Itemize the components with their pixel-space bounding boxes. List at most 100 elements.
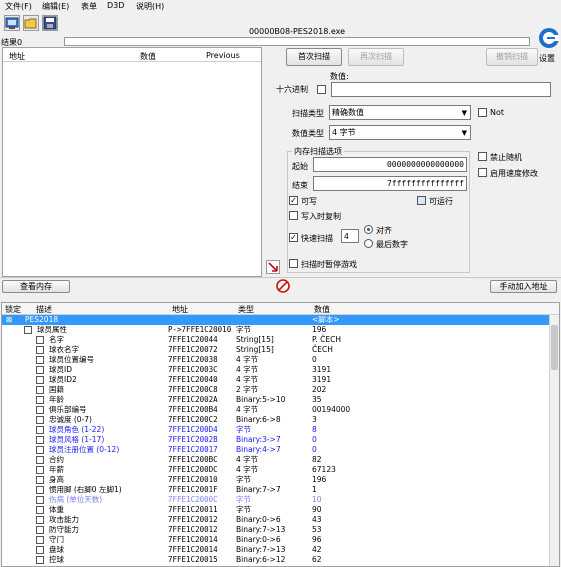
table-row[interactable]: 盘球 7FFE1C20014 Binary:7->13 42 [2, 545, 550, 555]
table-row[interactable]: 伤病 (单位天数) 7FFE1C2000C 字节 10 [2, 495, 550, 505]
stop-icon[interactable] [276, 279, 290, 293]
add-address-manually-button[interactable]: 手动加入地址 [490, 280, 557, 293]
table-row[interactable]: 体重 7FFE1C20011 字节 90 [2, 505, 550, 515]
table-row[interactable]: 球员风格 (1-17) 7FFE1C2002B Binary:3->7 0 [2, 435, 550, 445]
table-row[interactable]: 合约 7FFE1C200BC 4 字节 82 [2, 455, 550, 465]
row-active-checkbox[interactable] [36, 516, 44, 524]
table-row[interactable]: 球员角色 (1-22) 7FFE1C200D4 字节 8 [2, 425, 550, 435]
col-type[interactable]: 类型 [238, 304, 254, 315]
row-active-checkbox[interactable] [36, 366, 44, 374]
results-col-previous[interactable]: Previous [206, 51, 240, 60]
save-icon[interactable] [42, 15, 58, 31]
table-row[interactable]: 守门 7FFE1C20014 Binary:0->6 96 [2, 535, 550, 545]
scrollbar-thumb[interactable] [551, 325, 558, 370]
row-active-checkbox[interactable] [36, 486, 44, 494]
row-active-checkbox[interactable] [36, 436, 44, 444]
open-process-icon[interactable] [4, 15, 20, 31]
table-row[interactable]: 球员位置编号 7FFE1C20038 4 字节 0 [2, 355, 550, 365]
col-address[interactable]: 地址 [172, 304, 188, 315]
row-active-checkbox[interactable] [36, 456, 44, 464]
row-active-checkbox[interactable] [36, 396, 44, 404]
menu-help[interactable]: 说明(H) [136, 1, 164, 12]
table-row[interactable]: 忠诚度 (0-7) 7FFE1C200C2 Binary:6->8 3 [2, 415, 550, 425]
start-address-input[interactable]: 0000000000000000 [313, 157, 467, 172]
fast-scan-checkbox[interactable]: ✓ [289, 233, 298, 242]
results-col-value[interactable]: 数值 [140, 51, 156, 62]
speedhack-checkbox[interactable] [478, 168, 487, 177]
table-row[interactable]: 防守能力 7FFE1C20012 Binary:7->13 53 [2, 525, 550, 535]
col-value[interactable]: 数值 [314, 304, 330, 315]
table-row[interactable]: 身高 7FFE1C20010 字节 196 [2, 475, 550, 485]
row-active-checkbox[interactable] [36, 386, 44, 394]
row-active-checkbox[interactable] [36, 346, 44, 354]
scan-results-list[interactable]: 地址 数值 Previous [2, 47, 262, 277]
row-active-checkbox[interactable] [36, 466, 44, 474]
menu-file[interactable]: 文件(F) [5, 1, 32, 12]
col-description[interactable]: 描述 [36, 304, 52, 315]
table-row[interactable]: 年龄 7FFE1C2002A Binary:5->10 35 [2, 395, 550, 405]
value-input[interactable] [331, 82, 551, 97]
row-active-checkbox[interactable] [36, 556, 44, 564]
table-row[interactable]: 球衣名字 7FFE1C20072 String[15] ČECH [2, 345, 550, 355]
results-col-address[interactable]: 地址 [9, 51, 25, 62]
cheat-engine-logo-icon[interactable] [538, 25, 560, 51]
table-row[interactable]: 球员ID 7FFE1C2003C 4 字节 3191 [2, 365, 550, 375]
open-file-icon[interactable] [23, 15, 39, 31]
row-active-checkbox[interactable] [36, 406, 44, 414]
row-active-checkbox[interactable] [36, 536, 44, 544]
first-scan-button[interactable]: 首次扫描 [286, 48, 342, 66]
row-active-checkbox[interactable] [36, 496, 44, 504]
last-digits-radio[interactable] [364, 239, 373, 248]
not-checkbox[interactable] [478, 108, 487, 117]
row-active-checkbox[interactable] [36, 376, 44, 384]
col-active[interactable]: 锁定 [5, 304, 21, 315]
table-row[interactable]: 惯用脚 (右脚0 左脚1) 7FFE1C2001F Binary:7->7 1 [2, 485, 550, 495]
table-row[interactable]: 球员注册位置 (0-12) 7FFE1C20017 Binary:4->7 0 [2, 445, 550, 455]
table-row[interactable]: 年薪 7FFE1C200DC 4 字节 67123 [2, 465, 550, 475]
table-row[interactable]: 攻击能力 7FFE1C20012 Binary:0->6 43 [2, 515, 550, 525]
table-row[interactable]: ⊠ PES2018 <脚本> [2, 315, 550, 325]
table-row[interactable]: 名字 7FFE1C20044 String[15] P. ČECH [2, 335, 550, 345]
menu-edit[interactable]: 编辑(E) [42, 1, 69, 12]
writable-checkbox[interactable]: ✓ [289, 196, 298, 205]
collapse-icon[interactable]: ⊠ [6, 315, 12, 325]
settings-label[interactable]: 设置 [539, 53, 555, 64]
row-active-checkbox[interactable] [36, 446, 44, 454]
menu-table[interactable]: 表单 [81, 1, 97, 12]
align-radio[interactable] [364, 225, 373, 234]
row-active-checkbox[interactable] [36, 526, 44, 534]
copy-on-write-checkbox[interactable] [289, 211, 298, 220]
view-memory-button[interactable]: 查看内存 [2, 280, 70, 293]
table-row[interactable]: 球员ID2 7FFE1C20040 4 字节 3191 [2, 375, 550, 385]
row-active-checkbox[interactable] [36, 476, 44, 484]
row-active-checkbox[interactable] [36, 506, 44, 514]
vertical-scrollbar[interactable] [549, 315, 559, 566]
next-scan-button[interactable]: 再次扫描 [348, 48, 404, 66]
row-active-checkbox[interactable] [36, 416, 44, 424]
pointer-arrow-icon[interactable] [266, 260, 280, 274]
row-active-checkbox[interactable] [36, 546, 44, 554]
row-address: 7FFE1C20072 [168, 345, 218, 354]
row-address: 7FFE1C2003C [168, 365, 218, 374]
undo-scan-button[interactable]: 撤销扫描 [486, 48, 538, 66]
disable-random-checkbox[interactable] [478, 152, 487, 161]
table-row[interactable]: 俱乐部编号 7FFE1C200B4 4 字节 00194000 [2, 405, 550, 415]
row-active-checkbox[interactable] [36, 336, 44, 344]
row-active-checkbox[interactable] [36, 426, 44, 434]
address-table[interactable]: 锁定 描述 地址 类型 数值 ⊠ PES2018 <脚本> 球员属性 P->7FFE1C… [1, 302, 560, 567]
row-value: 0 [312, 355, 317, 364]
hex-checkbox[interactable] [317, 85, 326, 94]
pause-game-checkbox[interactable] [289, 259, 298, 268]
row-active-checkbox[interactable] [36, 356, 44, 364]
menu-d3d[interactable]: D3D [107, 1, 124, 10]
table-row[interactable]: 控球 7FFE1C20015 Binary:6->12 62 [2, 555, 550, 565]
end-address-input[interactable]: 7fffffffffffffff [313, 176, 467, 191]
value-type-select[interactable]: 4 字节 ▼ [329, 125, 471, 140]
executable-checkbox[interactable] [417, 196, 426, 205]
scan-type-select[interactable]: 精确数值 ▼ [329, 105, 471, 120]
table-row[interactable]: 球员属性 P->7FFE1C20010 字节 196 [2, 325, 550, 335]
row-active-checkbox[interactable] [24, 326, 32, 334]
row-type: 2 字节 [236, 385, 259, 394]
table-row[interactable]: 国籍 7FFE1C200C8 2 字节 202 [2, 385, 550, 395]
fast-scan-alignment-input[interactable]: 4 [341, 229, 359, 243]
